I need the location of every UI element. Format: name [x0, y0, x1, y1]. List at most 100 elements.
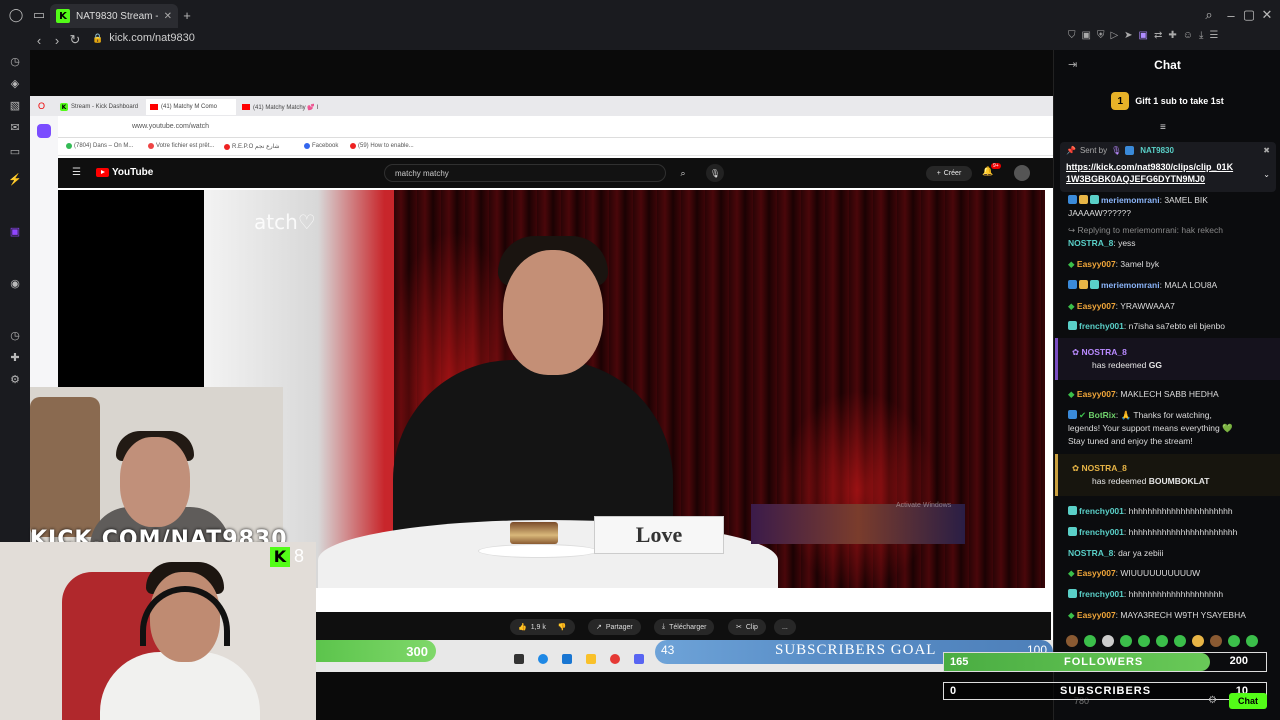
inner-bookmark: (7804) Dans – On M...: [66, 143, 133, 149]
extensions-sidebar-icon[interactable]: ✚: [8, 350, 22, 364]
settings-sidebar-icon[interactable]: ⚙: [8, 372, 22, 386]
emote-icon[interactable]: [1066, 635, 1078, 647]
chat-username[interactable]: Easyy007: [1077, 301, 1116, 311]
puzzle-icon[interactable]: ✚: [1168, 30, 1176, 41]
emote-icon[interactable]: [1228, 635, 1240, 647]
gift-leaderboard[interactable]: 1 Gift 1 sub to take 1st: [1054, 90, 1280, 112]
emote-icon[interactable]: [1138, 635, 1150, 647]
emote-icon[interactable]: [1174, 635, 1186, 647]
chat-username[interactable]: Easyy007: [1077, 389, 1116, 399]
chat-text: : hhhhhhhhhhhhhhhhhhhhhhh: [1123, 527, 1238, 537]
chat-username[interactable]: NOSTRA_8: [1068, 548, 1113, 558]
reload-icon[interactable]: ↻: [64, 29, 86, 51]
chat-text: legends! Your support means everything 💚: [1068, 423, 1233, 433]
chat-username[interactable]: BotRix: [1088, 410, 1115, 420]
download-icon[interactable]: ⤓: [1199, 30, 1203, 41]
chat-username[interactable]: frenchy001: [1079, 321, 1124, 331]
chat-text: has redeemed: [1092, 360, 1147, 370]
download-icon: ⤓: [662, 623, 666, 630]
browser-tab[interactable]: K NAT9830 Stream - W ✕: [50, 4, 178, 28]
twitch-sidebar-icon[interactable]: ▣: [8, 224, 22, 238]
url-field[interactable]: 🔒 kick.com/nat9830: [92, 32, 195, 44]
chat-username[interactable]: NOSTRA_8: [1068, 238, 1113, 248]
subgoal-title: SUBSCRIBERS GOAL: [775, 642, 937, 658]
bookmark-icon[interactable]: ⛉: [1068, 30, 1076, 41]
chat-send-button[interactable]: Chat: [1229, 693, 1267, 709]
emote-icon[interactable]: [1210, 635, 1222, 647]
translate-icon[interactable]: ⇄: [1154, 30, 1162, 41]
close-tab-icon[interactable]: ✕: [164, 11, 172, 22]
new-tab-icon[interactable]: +: [176, 4, 198, 26]
emote-icon[interactable]: [1192, 635, 1204, 647]
more-button: ...: [774, 619, 796, 635]
share-label: Partager: [605, 623, 633, 631]
emote-icon[interactable]: [1246, 635, 1258, 647]
chat-text: : hhhhhhhhhhhhhhhhhhhhhh: [1123, 506, 1233, 516]
chat-username[interactable]: frenchy001: [1079, 506, 1124, 516]
like-button: 👍 1,9 k 👎: [510, 619, 575, 635]
image-sidebar-icon[interactable]: ▧: [8, 98, 22, 112]
pinned-link[interactable]: https://kick.com/nat9830/clips/clip_01K …: [1066, 161, 1270, 185]
emote-icon[interactable]: [1120, 635, 1132, 647]
chat-username[interactable]: Easyy007: [1077, 568, 1116, 578]
chat-message: frenchy001: n7isha sa7ebto eli bjenbo: [1068, 320, 1274, 333]
player-sidebar-icon[interactable]: ◉: [8, 276, 22, 290]
clip-label: Clip: [745, 623, 758, 631]
unpin-icon[interactable]: ✖: [1263, 146, 1270, 155]
chat-message: ◆ Easyy007: YRAWWAAA7: [1068, 300, 1274, 313]
search-icon[interactable]: ⌕: [1198, 4, 1220, 26]
chat-username[interactable]: meriemomrani: [1101, 195, 1160, 205]
tab-menu-icon[interactable]: ▭: [28, 4, 50, 26]
chat-username[interactable]: NOSTRA_8: [1081, 463, 1126, 473]
chat-username[interactable]: frenchy001: [1079, 527, 1124, 537]
chat-username[interactable]: meriemomrani: [1101, 280, 1160, 290]
settings-icon[interactable]: ⚙: [1208, 695, 1217, 706]
inner-address-bar: www.youtube.com/watch: [30, 116, 1053, 138]
chat-text: : 🙏 Thanks for watching,: [1115, 410, 1212, 420]
youtube-search-icon: ⌕: [680, 167, 686, 178]
chat-username[interactable]: Easyy007: [1077, 259, 1116, 269]
emote-icon[interactable]: [1102, 635, 1114, 647]
chat-message: meriemomrani: 3AMEL BIK JAAAAW??????: [1068, 194, 1274, 220]
close-window-icon[interactable]: ✕: [1256, 4, 1278, 26]
messenger-sidebar-icon[interactable]: ✉: [8, 120, 22, 134]
shield-icon[interactable]: ⛨: [1097, 30, 1105, 41]
chat-username[interactable]: NOSTRA_8: [1081, 347, 1126, 357]
chat-text: : yess: [1113, 238, 1136, 248]
reward-name: BOUMBOKLAT: [1148, 476, 1210, 486]
chat-username[interactable]: frenchy001: [1079, 589, 1124, 599]
red-light: [778, 390, 938, 588]
opera-icon[interactable]: ◯: [5, 4, 27, 26]
chat-username[interactable]: Easyy007: [1077, 610, 1116, 620]
sub-badge-icon: [1090, 280, 1099, 289]
extension-icon-a[interactable]: ▣: [1139, 30, 1148, 41]
clock-sidebar-icon[interactable]: ◷: [8, 328, 22, 342]
history-sidebar-icon[interactable]: ◷: [8, 54, 22, 68]
pinned-user[interactable]: NAT9830: [1140, 146, 1174, 155]
youtube-logo: YouTube: [96, 167, 153, 178]
youtube-avatar: [1014, 165, 1030, 181]
menu-icon[interactable]: ☰: [1209, 30, 1218, 41]
sub-badge-icon: [1090, 195, 1099, 204]
chat-panel: ⇥ Chat 1 Gift 1 sub to take 1st ≡ 📌 Sent…: [1053, 50, 1280, 720]
filter-icon[interactable]: ≡: [1160, 122, 1166, 133]
send-icon[interactable]: ➤: [1124, 30, 1132, 41]
wallet-sidebar-icon[interactable]: ▭: [8, 144, 22, 158]
chat-text: JAAAAW??????: [1068, 208, 1131, 218]
kick-sidebar-icon[interactable]: ⚡: [8, 172, 22, 186]
account-icon[interactable]: ☺: [1183, 30, 1193, 41]
inner-tab-bar: O K Stream - Kick Dashboard (41) Matchy …: [30, 96, 1053, 116]
inner-url: www.youtube.com/watch: [132, 123, 210, 130]
chat-text: : MALA LOU8A: [1159, 280, 1218, 290]
play-icon[interactable]: ▷: [1110, 30, 1118, 41]
emote-icon[interactable]: [1156, 635, 1168, 647]
chevron-down-icon[interactable]: ⌄: [1263, 170, 1270, 179]
pinned-header: 📌 Sent by 🎙 NAT9830 ✖: [1066, 146, 1270, 155]
share-icon: ↗: [596, 624, 602, 631]
edge-icon: [538, 654, 548, 664]
ai-sidebar-icon[interactable]: ◈: [8, 76, 22, 90]
snapshot-icon[interactable]: ▣: [1082, 30, 1091, 41]
moderator-badge-icon: [1068, 280, 1077, 289]
chat-text: : YRAWWAAA7: [1115, 301, 1175, 311]
emote-icon[interactable]: [1084, 635, 1096, 647]
